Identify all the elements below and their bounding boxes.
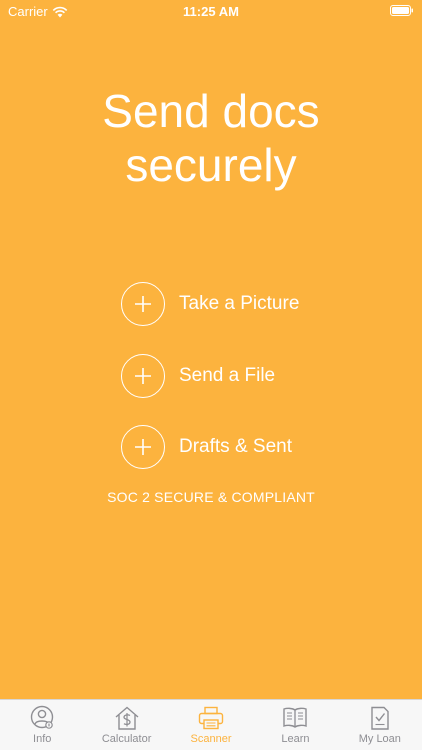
scanner-screen: Carrier 11:25 AM Send docs securely Take… bbox=[0, 0, 422, 750]
status-time: 11:25 AM bbox=[183, 4, 239, 19]
page-title-line-1: Send docs bbox=[102, 85, 320, 137]
person-icon bbox=[31, 705, 54, 729]
drafts-sent-label: Drafts & Sent bbox=[179, 436, 292, 457]
tab-learn-label: Learn bbox=[281, 733, 310, 745]
page-title: Send docs securely bbox=[0, 84, 422, 192]
house-dollar-icon bbox=[115, 706, 139, 730]
tab-scanner-label: Scanner bbox=[190, 733, 232, 745]
tab-info[interactable]: Info bbox=[0, 700, 84, 750]
take-picture-button[interactable]: Take a Picture bbox=[121, 280, 299, 328]
document-check-icon bbox=[371, 706, 389, 730]
tab-calculator[interactable]: Calculator bbox=[84, 700, 168, 750]
plus-circle-icon[interactable] bbox=[121, 425, 165, 469]
tab-bar: Info Calculator Scanner Learn My Loan bbox=[0, 699, 422, 750]
printer-icon bbox=[198, 706, 224, 730]
compliance-note: SOC 2 SECURE & COMPLIANT bbox=[107, 489, 315, 505]
plus-circle-icon[interactable] bbox=[121, 282, 165, 326]
drafts-sent-button[interactable]: Drafts & Sent bbox=[121, 423, 292, 471]
page-title-line-2: securely bbox=[125, 139, 297, 191]
send-file-label: Send a File bbox=[179, 365, 276, 386]
battery-icon bbox=[390, 5, 413, 16]
plus-circle-icon[interactable] bbox=[121, 354, 165, 398]
tab-learn[interactable]: Learn bbox=[253, 700, 337, 750]
tab-calculator-label: Calculator bbox=[101, 733, 152, 745]
tab-info-label: Info bbox=[33, 733, 52, 745]
status-bar: Carrier 11:25 AM bbox=[0, 0, 422, 22]
take-picture-label: Take a Picture bbox=[179, 293, 300, 314]
tab-my-loan[interactable]: My Loan bbox=[338, 700, 422, 750]
tab-scanner[interactable]: Scanner bbox=[169, 700, 253, 750]
book-icon bbox=[283, 707, 308, 728]
tab-my-loan-label: My Loan bbox=[358, 733, 401, 745]
send-file-button[interactable]: Send a File bbox=[121, 352, 275, 400]
